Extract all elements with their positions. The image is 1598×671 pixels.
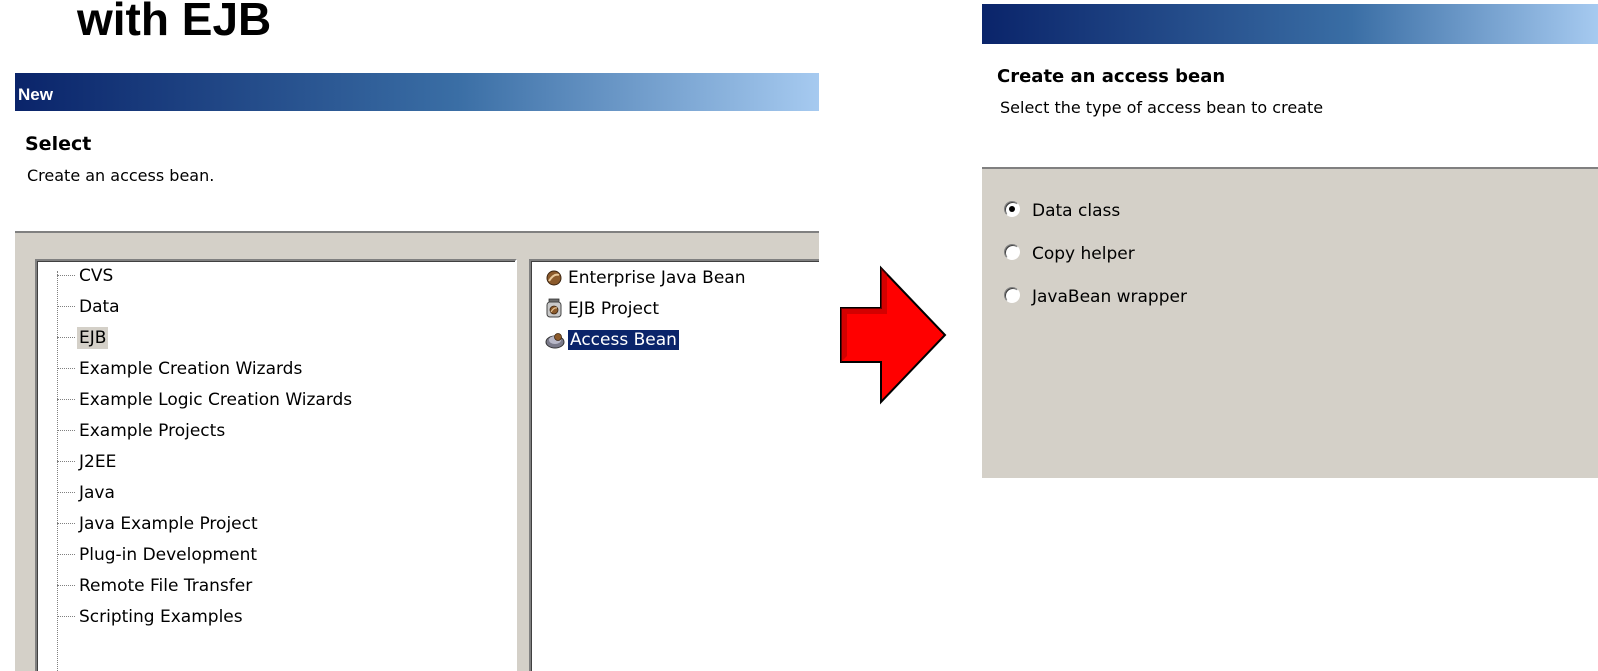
tree-item-java[interactable]: Java	[57, 478, 117, 508]
slide-title: with EJB	[77, 0, 272, 45]
access-titlebar[interactable]	[982, 4, 1598, 44]
wizard-item-enterprise-java-bean[interactable]: Enterprise Java Bean	[545, 263, 745, 293]
radio-copy-helper[interactable]: Copy helper	[1004, 239, 1135, 269]
tree-item-example-projects[interactable]: Example Projects	[57, 416, 227, 446]
red-right-arrow-icon	[840, 265, 947, 405]
wizard-list[interactable]: Enterprise Java Bean EJB Project Access …	[529, 259, 819, 671]
tree-item-plug-in-development[interactable]: Plug-in Development	[57, 540, 259, 570]
dialog-titlebar[interactable]: New	[15, 73, 819, 111]
tree-item-java-example-project[interactable]: Java Example Project	[57, 509, 260, 539]
tree-item-example-logic-creation-wizards[interactable]: Example Logic Creation Wizards	[57, 385, 354, 415]
radio-unchecked-icon[interactable]	[1004, 244, 1020, 260]
access-bean-wizard-page: Create an access bean Select the type of…	[982, 4, 1598, 478]
new-wizard-dialog: New Select Create an access bean. CVS Da…	[14, 72, 819, 671]
tree-item-data[interactable]: Data	[57, 292, 122, 322]
access-banner-description: Select the type of access bean to create	[1000, 98, 1324, 117]
category-tree[interactable]: CVS Data EJB Example Creation Wizards Ex…	[35, 259, 517, 671]
banner-title: Select	[25, 133, 92, 155]
tree-item-remote-file-transfer[interactable]: Remote File Transfer	[57, 571, 254, 601]
dialog-banner: Select Create an access bean.	[15, 111, 819, 233]
enterprise-bean-icon	[545, 267, 563, 286]
tree-item-cvs[interactable]: CVS	[57, 261, 115, 291]
radio-unchecked-icon[interactable]	[1004, 287, 1020, 303]
tree-item-ejb[interactable]: EJB	[57, 323, 109, 353]
radio-javabean-wrapper[interactable]: JavaBean wrapper	[1004, 282, 1187, 312]
banner-description: Create an access bean.	[27, 166, 215, 185]
tree-item-example-creation-wizards[interactable]: Example Creation Wizards	[57, 354, 304, 384]
ejb-project-jar-icon	[545, 298, 563, 318]
wizard-item-ejb-project[interactable]: EJB Project	[545, 294, 659, 324]
wizard-item-access-bean[interactable]: Access Bean	[545, 325, 680, 355]
access-banner-title: Create an access bean	[997, 66, 1226, 87]
tree-item-j2ee[interactable]: J2EE	[57, 447, 118, 477]
tree-item-scripting-examples[interactable]: Scripting Examples	[57, 602, 245, 632]
access-bean-icon	[545, 329, 565, 349]
radio-data-class[interactable]: Data class	[1004, 196, 1120, 226]
radio-checked-icon[interactable]	[1004, 201, 1020, 217]
access-banner: Create an access bean Select the type of…	[982, 44, 1598, 169]
